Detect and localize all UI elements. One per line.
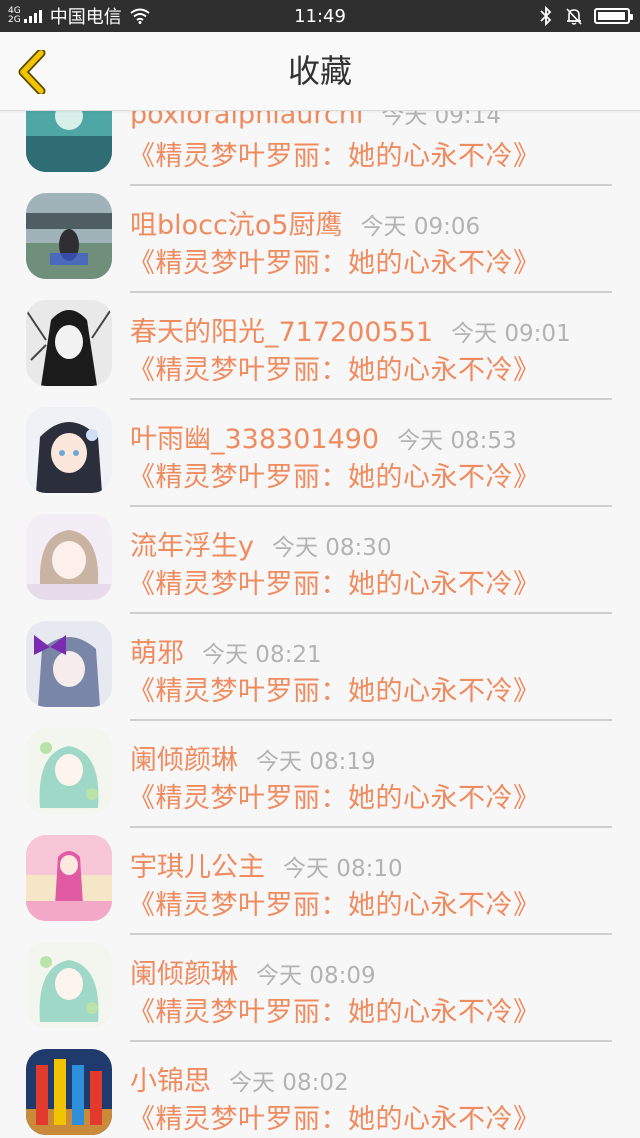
item-time: 今天 08:19 bbox=[256, 749, 376, 775]
item-name[interactable]: 萌邪 今天 08:21 bbox=[130, 631, 322, 670]
item-name[interactable]: 阑倾颜琳 今天 08:19 bbox=[130, 738, 376, 777]
item-title[interactable]: 《精灵梦叶罗丽：她的心永不冷》 bbox=[128, 883, 541, 922]
item-username[interactable]: 小锦思 bbox=[130, 1066, 211, 1097]
avatar[interactable] bbox=[26, 300, 112, 386]
avatar[interactable] bbox=[26, 193, 112, 279]
item-time: 今天 08:21 bbox=[202, 642, 322, 668]
avatar[interactable] bbox=[26, 942, 112, 1028]
item-title[interactable]: 《精灵梦叶罗丽：她的心永不冷》 bbox=[128, 348, 541, 387]
list-item[interactable]: 春天的阳光_717200551 今天 09:01 《精灵梦叶罗丽：她的心永不冷》 bbox=[0, 282, 640, 400]
item-name[interactable]: 春天的阳光_717200551 今天 09:01 bbox=[130, 310, 571, 349]
avatar[interactable] bbox=[26, 835, 112, 921]
item-username[interactable]: 萌邪 bbox=[130, 638, 184, 669]
item-title[interactable]: 《精灵梦叶罗丽：她的心永不冷》 bbox=[128, 455, 541, 494]
list-item[interactable]: 叶雨幽_338301490 今天 08:53 《精灵梦叶罗丽：她的心永不冷》 bbox=[0, 389, 640, 507]
list-item[interactable]: 流年浮生y 今天 08:30 《精灵梦叶罗丽：她的心永不冷》 bbox=[0, 496, 640, 614]
list-item[interactable]: 阑倾颜琳 今天 08:09 《精灵梦叶罗丽：她的心永不冷》 bbox=[0, 924, 640, 1042]
list-item[interactable]: 小锦思 今天 08:02 《精灵梦叶罗丽：她的心永不冷》 bbox=[0, 1031, 640, 1138]
list-item[interactable]: 萌邪 今天 08:21 《精灵梦叶罗丽：她的心永不冷》 bbox=[0, 603, 640, 721]
item-name[interactable]: 阑倾颜琳 今天 08:09 bbox=[130, 952, 376, 991]
item-title[interactable]: 《精灵梦叶罗丽：她的心永不冷》 bbox=[128, 134, 541, 173]
item-name[interactable]: 叶雨幽_338301490 今天 08:53 bbox=[130, 417, 517, 456]
item-name[interactable]: 宇琪儿公主 今天 08:10 bbox=[130, 845, 403, 884]
item-time: 今天 09:01 bbox=[451, 321, 571, 347]
item-username[interactable]: 流年浮生y bbox=[130, 531, 254, 562]
item-username[interactable]: 阑倾颜琳 bbox=[130, 745, 238, 776]
item-title[interactable]: 《精灵梦叶罗丽：她的心永不冷》 bbox=[128, 669, 541, 708]
mute-bell-icon bbox=[566, 8, 582, 25]
item-time: 今天 08:10 bbox=[283, 856, 403, 882]
item-title[interactable]: 《精灵梦叶罗丽：她的心永不冷》 bbox=[128, 241, 541, 280]
list-item[interactable]: 阑倾颜琳 今天 08:19 《精灵梦叶罗丽：她的心永不冷》 bbox=[0, 710, 640, 828]
avatar[interactable] bbox=[26, 621, 112, 707]
item-username[interactable]: 春天的阳光_717200551 bbox=[130, 317, 433, 348]
item-username[interactable]: 咀blocc沆o5厨鹰 bbox=[130, 210, 343, 241]
list-item[interactable]: 宇琪儿公主 今天 08:10 《精灵梦叶罗丽：她的心永不冷》 bbox=[0, 817, 640, 935]
item-username[interactable]: 宇琪儿公主 bbox=[130, 852, 265, 883]
status-bar: 4G 2G 中国电信 11:49 bbox=[0, 0, 640, 32]
list-item[interactable]: 咀blocc沆o5厨鹰 今天 09:06 《精灵梦叶罗丽：她的心永不冷》 bbox=[0, 175, 640, 293]
status-right bbox=[538, 0, 633, 32]
header-bar: 收藏 bbox=[0, 32, 640, 111]
item-time: 今天 08:09 bbox=[256, 963, 376, 989]
item-title[interactable]: 《精灵梦叶罗丽：她的心永不冷》 bbox=[128, 562, 541, 601]
item-title[interactable]: 《精灵梦叶罗丽：她的心永不冷》 bbox=[128, 776, 541, 815]
avatar[interactable] bbox=[26, 1049, 112, 1135]
battery-icon bbox=[594, 8, 633, 24]
avatar[interactable] bbox=[26, 407, 112, 493]
item-name[interactable]: 流年浮生y 今天 08:30 bbox=[130, 524, 392, 563]
item-title[interactable]: 《精灵梦叶罗丽：她的心永不冷》 bbox=[128, 990, 541, 1029]
bluetooth-icon bbox=[540, 6, 552, 26]
item-name[interactable]: 咀blocc沆o5厨鹰 今天 09:06 bbox=[130, 203, 480, 242]
item-time: 今天 08:30 bbox=[271, 535, 392, 561]
page-title: 收藏 bbox=[287, 52, 352, 90]
item-username[interactable]: 叶雨幽_338301490 bbox=[130, 424, 379, 455]
favorites-list: poxioraiphiaurcnl 今天 09:14 《精灵梦叶罗丽：她的心永不冷… bbox=[0, 68, 640, 1138]
item-time: 今天 08:02 bbox=[229, 1070, 349, 1096]
battery-level-fill bbox=[598, 12, 625, 20]
item-time: 今天 08:53 bbox=[397, 428, 517, 454]
item-name[interactable]: 小锦思 今天 08:02 bbox=[130, 1059, 349, 1098]
item-username[interactable]: 阑倾颜琳 bbox=[130, 959, 238, 990]
avatar[interactable] bbox=[26, 728, 112, 814]
item-time: 今天 09:06 bbox=[360, 214, 481, 240]
item-title[interactable]: 《精灵梦叶罗丽：她的心永不冷》 bbox=[128, 1097, 541, 1136]
avatar[interactable] bbox=[26, 514, 112, 600]
